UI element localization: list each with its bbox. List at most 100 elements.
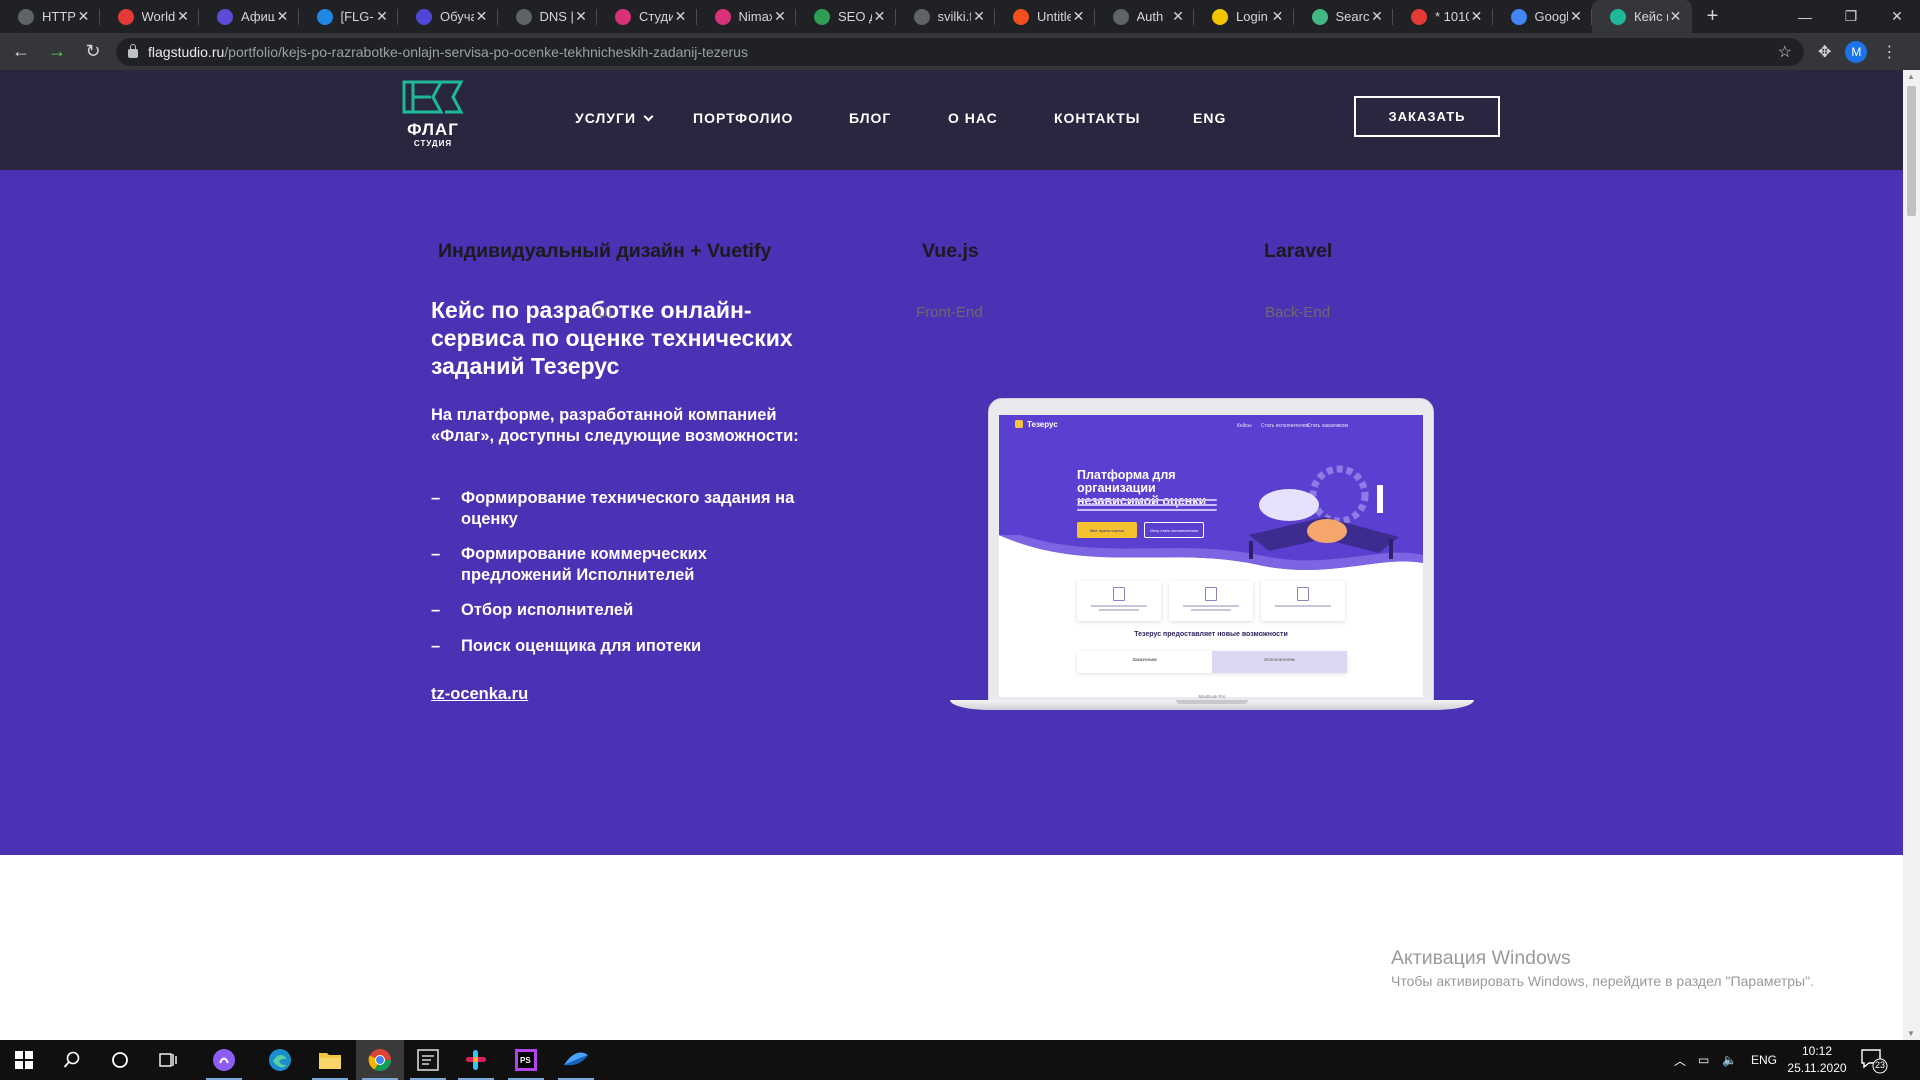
- show-hidden-icons[interactable]: ︿: [1674, 1040, 1686, 1080]
- browser-tab[interactable]: * 1010✕: [1393, 0, 1493, 33]
- slack-icon[interactable]: [452, 1040, 500, 1080]
- cortana-icon[interactable]: [96, 1040, 144, 1080]
- close-tab-icon[interactable]: ✕: [772, 8, 788, 25]
- page-viewport: ФЛАГ СТУДИЯ УСЛУГИ ПОРТФОЛИО БЛОГ О НАС …: [0, 70, 1903, 1040]
- project-site-link[interactable]: tz-ocenka.ru: [431, 685, 528, 704]
- browser-tab[interactable]: Афиша✕: [199, 0, 299, 33]
- close-tab-icon[interactable]: ✕: [474, 8, 490, 25]
- mockup-nav-item: Стать исполнителем: [1261, 423, 1309, 429]
- alice-icon[interactable]: [200, 1040, 248, 1080]
- new-tab-button[interactable]: +: [1698, 0, 1728, 33]
- browser-tab[interactable]: Login ✕: [1194, 0, 1294, 33]
- bookmark-star-icon[interactable]: ☆: [1778, 42, 1792, 62]
- edge-icon[interactable]: [256, 1040, 304, 1080]
- close-tab-icon[interactable]: ✕: [1668, 8, 1684, 25]
- browser-tab[interactable]: Googl ✕: [1493, 0, 1593, 33]
- close-tab-icon[interactable]: ✕: [1568, 8, 1584, 25]
- nav-about[interactable]: О НАС: [948, 110, 998, 126]
- order-button[interactable]: ЗАКАЗАТЬ: [1354, 96, 1500, 137]
- search-icon[interactable]: [48, 1040, 96, 1080]
- close-tab-icon[interactable]: ✕: [1469, 8, 1485, 25]
- close-tab-icon[interactable]: ✕: [573, 8, 589, 25]
- browser-tab[interactable]: Untitle ✕: [995, 0, 1095, 33]
- svg-text:PS: PS: [520, 1056, 531, 1065]
- task-view-icon[interactable]: [144, 1040, 192, 1080]
- close-tab-icon[interactable]: ✕: [175, 8, 191, 25]
- close-tab-icon[interactable]: ✕: [1071, 8, 1087, 25]
- mockup-card: [1261, 581, 1345, 621]
- tech-name: Индивидуальный дизайн + Vuetify: [438, 240, 772, 262]
- back-icon[interactable]: ←: [6, 37, 36, 67]
- close-tab-icon[interactable]: ✕: [1270, 8, 1286, 25]
- close-tab-icon[interactable]: ✕: [673, 8, 689, 25]
- laptop-lid: Тезерус Кейсы Стать исполнителем Стать з…: [988, 398, 1434, 704]
- close-tab-icon[interactable]: ✕: [872, 8, 888, 25]
- start-icon[interactable]: [0, 1040, 48, 1080]
- feature-item: Формирование технического задания на оце…: [431, 488, 811, 530]
- notification-center-icon[interactable]: 23: [1858, 1046, 1888, 1074]
- scroll-up-icon[interactable]: ▲: [1907, 72, 1915, 81]
- close-tab-icon[interactable]: ✕: [971, 8, 987, 25]
- nav-portfolio[interactable]: ПОРТФОЛИО: [693, 110, 793, 126]
- site-logo[interactable]: ФЛАГ СТУДИЯ: [401, 79, 465, 148]
- close-window-icon[interactable]: ✕: [1874, 0, 1920, 33]
- close-tab-icon[interactable]: ✕: [1170, 8, 1186, 25]
- browser-tab[interactable]: Search✕: [1294, 0, 1394, 33]
- minimize-icon[interactable]: —: [1782, 0, 1828, 33]
- url-host: flagstudio.ru: [148, 43, 225, 60]
- close-tab-icon[interactable]: ✕: [76, 8, 92, 25]
- restore-icon[interactable]: ❐: [1828, 0, 1874, 33]
- mockup-card: [1077, 581, 1161, 621]
- system-clock[interactable]: 10:12 25.11.2020: [1782, 1043, 1852, 1077]
- browser-menu-icon[interactable]: ⋮: [1881, 42, 1897, 62]
- address-bar[interactable]: flagstudio.ru/portfolio/kejs-po-razrabot…: [116, 37, 1804, 66]
- network-icon[interactable]: ▭: [1698, 1040, 1709, 1080]
- instagram-icon: [615, 8, 631, 25]
- nav-contacts[interactable]: КОНТАКТЫ: [1054, 110, 1140, 126]
- page-scrollbar[interactable]: ▲ ▼: [1903, 70, 1920, 1040]
- volume-icon[interactable]: 🔈: [1722, 1040, 1737, 1080]
- globe-icon: [913, 8, 930, 25]
- page-title: Кейс по разработке онлайн-сервиса по оце…: [431, 297, 793, 379]
- close-tab-icon[interactable]: ✕: [275, 8, 291, 25]
- browser-tab[interactable]: svilki.f ✕: [896, 0, 996, 33]
- reload-icon[interactable]: ↻: [78, 37, 108, 67]
- browser-tab[interactable]: World ✕: [100, 0, 200, 33]
- vue-icon: [1311, 8, 1328, 25]
- mockup-logo: Тезерус: [1015, 420, 1058, 429]
- browser-tab[interactable]: SEO д✕: [796, 0, 896, 33]
- phpstorm-icon[interactable]: PS: [502, 1040, 550, 1080]
- chrome-icon[interactable]: [356, 1040, 404, 1080]
- nav-blog[interactable]: БЛОГ: [849, 110, 891, 126]
- browser-tab[interactable]: Кейс п✕: [1592, 0, 1692, 33]
- scroll-thumb[interactable]: [1907, 86, 1916, 216]
- browser-tab[interactable]: Обуча✕: [398, 0, 498, 33]
- browser-tab[interactable]: [FLG-8✕: [299, 0, 399, 33]
- mockup-subtitle: Тезерус предоставляет новые возможности: [1134, 631, 1288, 638]
- sublime-icon[interactable]: [552, 1040, 600, 1080]
- scroll-down-icon[interactable]: ▼: [1907, 1029, 1915, 1038]
- forward-icon[interactable]: →: [42, 37, 72, 67]
- clock-time: 10:12: [1801, 1044, 1833, 1058]
- extensions-puzzle-icon[interactable]: ✥: [1818, 42, 1831, 62]
- w-brand-icon: [1212, 8, 1228, 25]
- browser-tab[interactable]: Auth ✕: [1095, 0, 1195, 33]
- browser-tab[interactable]: Nimax ✕: [697, 0, 797, 33]
- editor-icon[interactable]: [404, 1040, 452, 1080]
- explorer-icon[interactable]: [306, 1040, 354, 1080]
- browser-tab[interactable]: Студи ✕: [597, 0, 697, 33]
- globe-icon: [18, 8, 34, 25]
- browser-tab[interactable]: HTTP |✕: [0, 0, 100, 33]
- close-tab-icon[interactable]: ✕: [1369, 8, 1385, 25]
- input-language[interactable]: ENG: [1751, 1040, 1777, 1080]
- mockup-handshake-illustration: [1249, 465, 1399, 559]
- nav-services[interactable]: УСЛУГИ: [575, 110, 654, 126]
- browser-tab[interactable]: DNS | ✕: [498, 0, 598, 33]
- browser-tab-title: Кейс п: [1634, 9, 1668, 24]
- close-tab-icon[interactable]: ✕: [374, 8, 390, 25]
- notification-count: 23: [1874, 1060, 1885, 1070]
- nav-language[interactable]: ENG: [1193, 110, 1226, 126]
- profile-avatar[interactable]: M: [1845, 40, 1868, 63]
- mockup-nav-item: Кейсы: [1237, 423, 1252, 429]
- flag-logo-icon: [402, 80, 464, 114]
